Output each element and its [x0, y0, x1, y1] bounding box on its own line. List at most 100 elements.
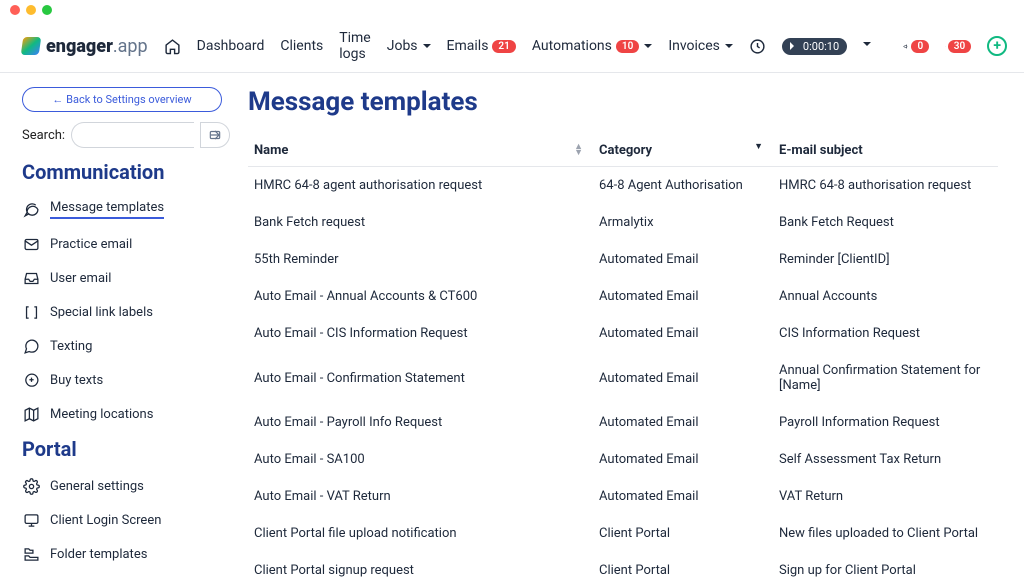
sidebar-item-label: Buy texts: [50, 373, 103, 388]
nav-emails-label: Emails: [447, 38, 489, 54]
sidebar-item-texting[interactable]: Texting: [22, 329, 230, 363]
nav-jobs[interactable]: Jobs: [387, 38, 431, 54]
brand-name: engager: [46, 36, 113, 57]
table-row[interactable]: Client Portal signup requestClient Porta…: [248, 552, 998, 579]
cell-name: HMRC 64-8 agent authorisation request: [248, 167, 593, 205]
sidebar: ← Back to Settings overview Search: Comm…: [0, 73, 230, 579]
caret-icon: [420, 38, 431, 54]
table-row[interactable]: HMRC 64-8 agent authorisation request64-…: [248, 167, 998, 205]
home-button[interactable]: [164, 33, 181, 59]
sidebar-item-folder-templates[interactable]: Folder templates: [22, 537, 230, 571]
cell-category: Automated Email: [593, 441, 773, 478]
table-row[interactable]: Client Portal file upload notificationCl…: [248, 515, 998, 552]
column-subject-header[interactable]: E-mail subject: [773, 135, 998, 167]
cell-name: Bank Fetch request: [248, 204, 593, 241]
add-button[interactable]: +: [987, 33, 1007, 59]
cell-subject: Annual Confirmation Statement for [Name]: [773, 352, 998, 404]
nav-clients[interactable]: Clients: [280, 38, 323, 54]
table-row[interactable]: Auto Email - Annual Accounts & CT600Auto…: [248, 278, 998, 315]
cell-category: Automated Email: [593, 315, 773, 352]
cell-name: Auto Email - Confirmation Statement: [248, 352, 593, 404]
folder-tree-icon: [22, 545, 40, 563]
sidebar-item-general-settings[interactable]: General settings: [22, 469, 230, 503]
sidebar-item-label: Practice email: [50, 237, 132, 252]
sidebar-item-meeting-locations[interactable]: Meeting locations: [22, 397, 230, 431]
column-name-header[interactable]: Name▲▼: [248, 135, 593, 167]
sidebar-item-client-login-screen[interactable]: Client Login Screen: [22, 503, 230, 537]
timer-value: 0:00:10: [803, 40, 839, 53]
nav-invoices[interactable]: Invoices: [668, 38, 733, 54]
cell-name: Auto Email - VAT Return: [248, 478, 593, 515]
sidebar-item-label: User email: [50, 271, 111, 286]
cell-name: Client Portal signup request: [248, 552, 593, 579]
sidebar-item-label: Message templates: [50, 200, 164, 219]
brand-logo[interactable]: engager.app: [22, 36, 148, 57]
nav-jobs-label: Jobs: [387, 38, 418, 54]
cell-subject: VAT Return: [773, 478, 998, 515]
notifications-button[interactable]: 30: [945, 33, 971, 59]
cell-name: Client Portal file upload notification: [248, 515, 593, 552]
cell-category: Armalytix: [593, 204, 773, 241]
clear-icon: [208, 128, 222, 142]
brackets-icon: [22, 303, 40, 321]
sidebar-item-buy-texts[interactable]: Buy texts: [22, 363, 230, 397]
cell-subject: New files uploaded to Client Portal: [773, 515, 998, 552]
nav-timelogs[interactable]: Time logs: [339, 30, 370, 62]
sidebar-search-input[interactable]: [71, 122, 194, 148]
nav-automations[interactable]: Automations10: [532, 38, 652, 54]
inbox-icon: [22, 269, 40, 287]
sidebar-item-message-templates[interactable]: Message templates: [22, 192, 230, 227]
window-max-dot[interactable]: [42, 5, 52, 15]
automations-badge: 10: [616, 40, 639, 53]
cell-name: Auto Email - Annual Accounts & CT600: [248, 278, 593, 315]
column-label: E-mail subject: [779, 143, 863, 158]
nav-emails[interactable]: Emails21: [447, 38, 516, 54]
plus-circle-icon: +: [987, 36, 1007, 56]
column-category-header[interactable]: Category▼: [593, 135, 773, 167]
nav-dashboard[interactable]: Dashboard: [197, 38, 265, 54]
sidebar-item-label: Client Login Screen: [50, 513, 161, 528]
window-close-dot[interactable]: [10, 5, 20, 15]
bell-badge: 30: [948, 40, 971, 53]
search-label: Search:: [22, 128, 65, 143]
bell-icon: [945, 38, 946, 55]
table-row[interactable]: 55th ReminderAutomated EmailReminder [Cl…: [248, 241, 998, 278]
column-label: Name: [254, 143, 288, 158]
caret-icon: [722, 38, 733, 54]
table-row[interactable]: Auto Email - CIS Information RequestAuto…: [248, 315, 998, 352]
cell-name: Auto Email - SA100: [248, 441, 593, 478]
window-min-dot[interactable]: [26, 5, 36, 15]
timer-dropdown[interactable]: [749, 33, 766, 59]
cell-category: Automated Email: [593, 404, 773, 441]
cell-subject: Reminder [ClientID]: [773, 241, 998, 278]
cell-subject: HMRC 64-8 authorisation request: [773, 167, 998, 205]
cell-subject: Annual Accounts: [773, 278, 998, 315]
table-row[interactable]: Auto Email - VAT ReturnAutomated EmailVA…: [248, 478, 998, 515]
sidebar-item-user-email[interactable]: User email: [22, 261, 230, 295]
timer-pill[interactable]: 0:00:10: [782, 38, 847, 55]
table-row[interactable]: Auto Email - Payroll Info RequestAutomat…: [248, 404, 998, 441]
announce-badge: 0: [911, 40, 929, 53]
page-title: Message templates: [248, 87, 998, 117]
sidebar-item-label: Texting: [50, 339, 92, 354]
cell-subject: Sign up for Client Portal: [773, 552, 998, 579]
sidebar-item-label: Folder templates: [50, 547, 147, 562]
sidebar-item-special-link-labels[interactable]: Special link labels: [22, 295, 230, 329]
cell-subject: Self Assessment Tax Return: [773, 441, 998, 478]
nav-clients-label: Clients: [280, 38, 323, 54]
table-row[interactable]: Bank Fetch requestArmalytixBank Fetch Re…: [248, 204, 998, 241]
caret-icon: [641, 38, 652, 54]
search-clear-button[interactable]: [200, 122, 230, 148]
cell-category: Automated Email: [593, 241, 773, 278]
back-to-settings-button[interactable]: ← Back to Settings overview: [22, 87, 222, 112]
table-row[interactable]: Auto Email - Confirmation StatementAutom…: [248, 352, 998, 404]
sidebar-item-practice-email[interactable]: Practice email: [22, 227, 230, 261]
sort-desc-icon: ▼: [754, 144, 763, 150]
window-chrome: [0, 0, 1024, 16]
table-row[interactable]: Auto Email - SA100Automated EmailSelf As…: [248, 441, 998, 478]
cell-subject: Payroll Information Request: [773, 404, 998, 441]
home-icon: [164, 38, 181, 55]
sidebar-heading-portal: Portal: [22, 437, 230, 461]
map-pin-icon: [22, 405, 40, 423]
announce-button[interactable]: 0: [903, 33, 929, 59]
